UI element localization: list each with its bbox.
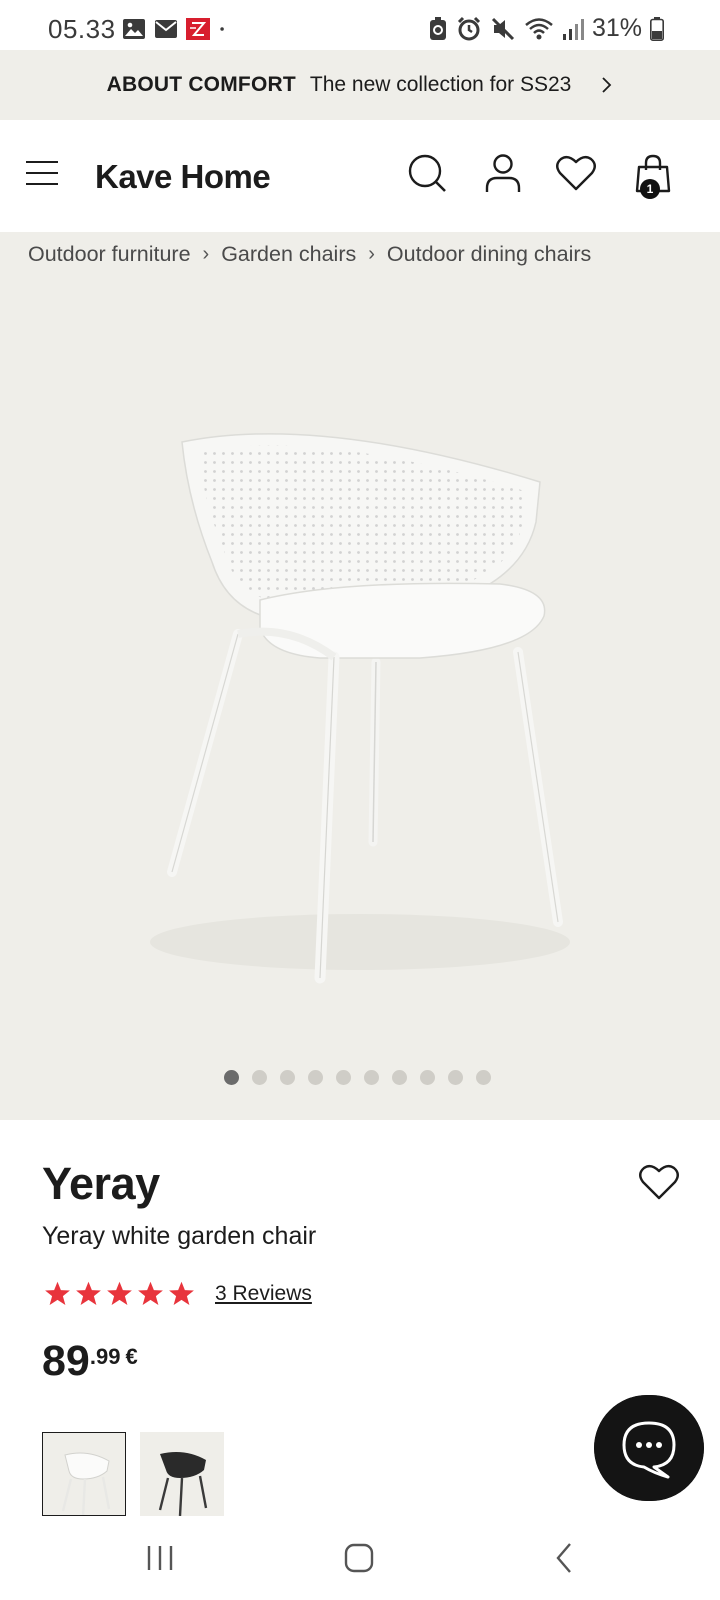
wishlist-icon[interactable] [555, 152, 597, 194]
system-navigation-bar [0, 1516, 720, 1600]
status-system-icons: 31% [428, 14, 664, 43]
rating-stars [44, 1280, 195, 1307]
search-icon[interactable] [406, 152, 448, 194]
cart-count-badge: 1 [640, 179, 660, 199]
battery-icon [650, 16, 664, 41]
add-to-wishlist-heart-icon[interactable] [638, 1162, 680, 1202]
color-variant-thumbnails [42, 1432, 224, 1516]
gallery-dot[interactable] [252, 1070, 267, 1085]
breadcrumb-separator: › [202, 243, 210, 265]
gallery-dot[interactable] [336, 1070, 351, 1085]
menu-icon[interactable] [24, 158, 60, 188]
thumbnail-black-chair[interactable] [140, 1432, 224, 1516]
price-integer: 89 [42, 1337, 90, 1385]
gallery-dot[interactable] [308, 1070, 323, 1085]
mail-icon [155, 20, 177, 38]
breadcrumb-item-outdoor-dining-chairs[interactable]: Outdoor dining chairs [387, 242, 591, 267]
image-icon [123, 19, 145, 39]
chevron-right-icon [602, 77, 612, 93]
white-chair-thumbnail-image [61, 1452, 111, 1515]
recent-apps-icon[interactable] [140, 1538, 180, 1578]
star-icon [169, 1281, 194, 1305]
promo-text: The new collection for SS23 [309, 73, 572, 96]
black-chair-thumbnail-image [158, 1452, 208, 1516]
reviews-link[interactable]: 3 Reviews [215, 1282, 312, 1306]
brand-logo[interactable]: Kave Home [95, 158, 271, 196]
price-decimal: .99 [89, 1344, 121, 1369]
home-icon[interactable] [340, 1538, 380, 1578]
star-icon [107, 1281, 132, 1305]
product-image-white-chair[interactable] [120, 422, 600, 1002]
gallery-dot[interactable] [364, 1070, 379, 1085]
breadcrumb: Outdoor furniture › Garden chairs › Outd… [28, 242, 591, 267]
wifi-icon [525, 17, 553, 39]
back-icon[interactable] [546, 1538, 586, 1578]
product-price: 89 .99 € [42, 1340, 138, 1383]
star-icon [76, 1281, 101, 1305]
status-time: 05.33 [48, 14, 116, 44]
gallery-dot[interactable] [392, 1070, 407, 1085]
site-header: Kave Home [0, 120, 720, 232]
gallery-dot[interactable] [448, 1070, 463, 1085]
battery-percent: 31% [591, 14, 642, 42]
gallery-dot[interactable] [280, 1070, 295, 1085]
mute-icon [491, 17, 515, 40]
product-gallery[interactable]: Outdoor furniture › Garden chairs › Outd… [0, 232, 720, 1120]
gallery-pagination [224, 1070, 491, 1085]
gallery-dot[interactable] [420, 1070, 435, 1085]
product-subtitle: Yeray white garden chair [42, 1222, 317, 1250]
breadcrumb-item-outdoor-furniture[interactable]: Outdoor furniture [28, 242, 191, 267]
product-name: Yeray [42, 1158, 160, 1209]
thumbnail-white-chair[interactable] [42, 1432, 126, 1516]
dot-icon [220, 27, 224, 31]
price-currency: € [125, 1344, 138, 1369]
star-icon [138, 1281, 163, 1305]
status-notification-icons [122, 18, 232, 40]
status-bar: 05.33 31% [0, 0, 720, 50]
gallery-dot[interactable] [224, 1070, 239, 1085]
battery-saver-icon [429, 16, 446, 40]
promo-banner[interactable]: ABOUT COMFORT The new collection for SS2… [0, 50, 720, 120]
app-notification-icon [186, 18, 210, 40]
breadcrumb-item-garden-chairs[interactable]: Garden chairs [221, 242, 356, 267]
star-icon [45, 1281, 70, 1305]
chat-button[interactable] [594, 1395, 704, 1501]
breadcrumb-separator: › [368, 243, 375, 265]
product-rating: 3 Reviews [44, 1280, 312, 1307]
account-icon[interactable] [482, 152, 524, 194]
gallery-dot[interactable] [476, 1070, 491, 1085]
signal-icon [562, 18, 584, 40]
alarm-icon [457, 16, 481, 40]
promo-title: ABOUT COMFORT [106, 73, 296, 96]
